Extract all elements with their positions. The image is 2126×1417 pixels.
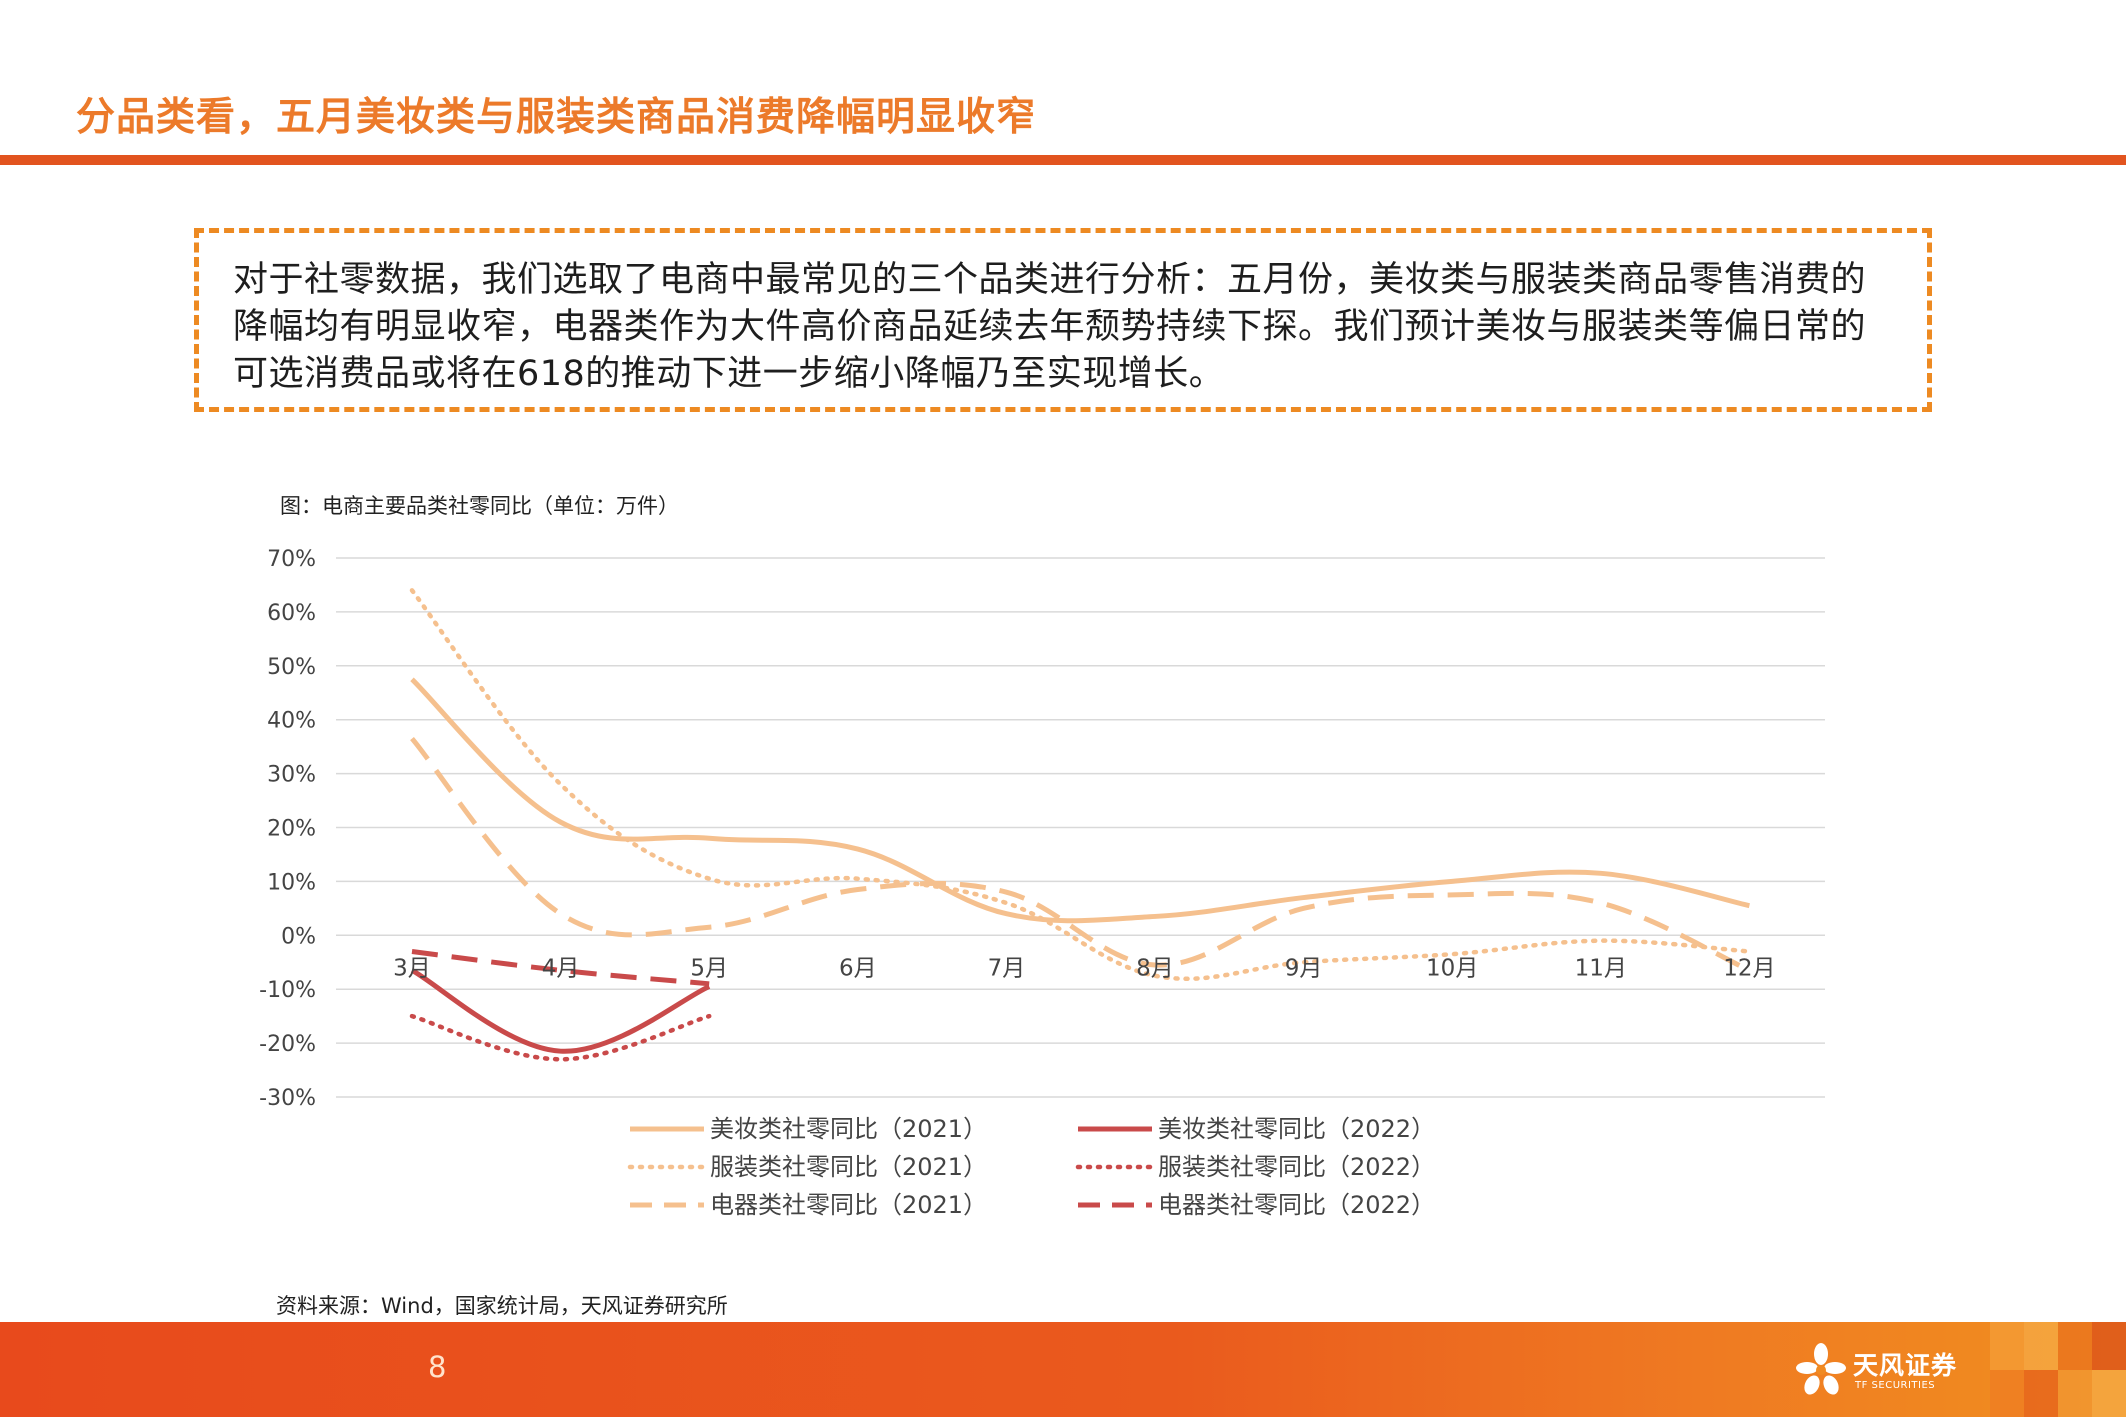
chart-legend: 美妆类社零同比（2021） 美妆类社零同比（2022） 服装类社零同比（2021） 服… [627, 1115, 1435, 1219]
y-tick-label: 20% [267, 817, 316, 842]
y-tick-label: 10% [267, 870, 316, 895]
y-tick-label: 70% [267, 547, 316, 572]
x-tick-label: 3月 [393, 955, 431, 981]
x-tick-label: 10月 [1426, 955, 1478, 981]
source-note: 资料来源：Wind，国家统计局，天风证券研究所 [276, 1294, 728, 1318]
x-tick-label: 8月 [1136, 955, 1174, 981]
x-tick-label: 12月 [1723, 955, 1775, 981]
legend-label: 电器类社零同比（2021） [710, 1191, 987, 1219]
y-tick-label: 40% [267, 709, 316, 734]
y-tick-label: 60% [267, 601, 316, 626]
page-number: 8 [428, 1350, 447, 1384]
y-tick-label: 50% [267, 655, 316, 680]
y-tick-label: -10% [259, 978, 316, 1003]
y-tick-label: 0% [281, 924, 316, 949]
x-tick-label: 6月 [839, 955, 877, 981]
legend-label: 美妆类社零同比（2021） [710, 1115, 987, 1143]
legend-label: 服装类社零同比（2022） [1158, 1153, 1435, 1181]
series-line-0 [410, 677, 1750, 924]
y-tick-label: -20% [259, 1032, 316, 1057]
x-axis-ticks: 3月 4月 5月 6月 7月 8月 9月 10月 11月 12月 [393, 955, 1775, 981]
brand-name-en: TF SECURITIES [1855, 1380, 1936, 1391]
footer-bar: 8 天风证券 TF SECURITIES [0, 1322, 2126, 1417]
brand-name: 天风证券 [1853, 1351, 1958, 1380]
brand-logo: 天风证券 TF SECURITIES [1795, 1340, 1965, 1402]
legend-label: 美妆类社零同比（2022） [1158, 1115, 1435, 1143]
y-tick-label: -30% [259, 1086, 316, 1111]
y-axis-ticks: 70% 60% 50% 40% 30% 20% 10% 0% -10% -20% -30% [259, 547, 316, 1111]
legend-label: 电器类社零同比（2022） [1158, 1191, 1435, 1219]
y-tick-label: 30% [267, 763, 316, 788]
footer-decoration [1990, 1322, 2126, 1417]
x-tick-label: 11月 [1575, 955, 1627, 981]
chart-gridlines [336, 557, 1825, 1098]
line-chart: 70% 60% 50% 40% 30% 20% 10% 0% -10% -20% -30% 3月 4月… [259, 547, 1825, 1219]
flower-logo-icon [1796, 1343, 1846, 1395]
legend-label: 服装类社零同比（2021） [710, 1153, 987, 1181]
x-tick-label: 7月 [988, 955, 1026, 981]
x-tick-label: 4月 [542, 955, 580, 981]
x-tick-label: 9月 [1285, 955, 1323, 981]
x-tick-label: 5月 [690, 955, 728, 981]
